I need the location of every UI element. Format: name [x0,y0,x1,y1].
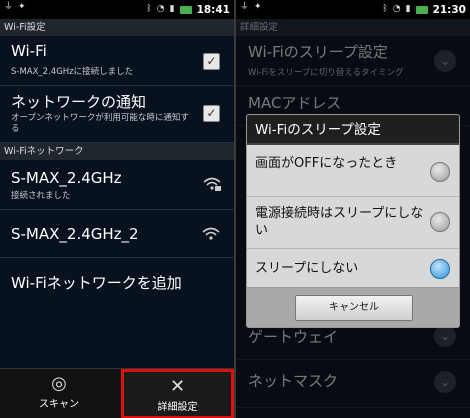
add-network-label: Wi-Fiネットワークを追加 [11,274,182,292]
netmask-row[interactable]: ネットマスク ⌄ [236,360,470,408]
option-label: 電源接続時はスリープにしない [255,206,424,238]
radio-button-selected[interactable] [430,259,450,279]
radio-button[interactable] [430,162,450,182]
dialog-footer: キャンセル [247,287,459,327]
scan-label: スキャン [39,399,79,410]
bluetooth-icon: ᛒ [382,4,388,14]
usb-debug-icon: ✦ [254,2,262,12]
network-notification-desc: オープンネットワークが利用可能な時に通知する [11,113,189,134]
wifi-settings-screen: ⏚ ✦ ᛒ ◔ ▮ 18:41 Wi-Fi設定 Wi-Fi S-MAX_2.4G… [0,0,234,418]
advanced-wifi-screen: ⏚ ✦ ᛒ ◔ ▮ 21:30 詳細設定 Wi-Fiのスリープ設定 Wi-Fiを… [236,0,470,418]
add-network-row[interactable]: Wi-Fiネットワークを追加 [0,258,234,306]
bluetooth-icon: ᛒ [146,4,152,14]
advanced-settings-button[interactable]: ✕ 詳細設定 [121,369,234,418]
advanced-settings-label: 詳細設定 [157,402,198,413]
chevron-down-icon: ⌄ [434,50,456,72]
network-notification-title: ネットワークの通知 [11,93,147,111]
option-label: 画面がOFFになったとき [255,156,398,171]
cancel-button[interactable]: キャンセル [295,295,413,321]
sleep-policy-dialog: Wi-Fiのスリープ設定 画面がOFFになったとき 電源接続時はスリープにしない… [246,114,460,328]
scan-button[interactable]: ◎ スキャン [0,369,118,418]
wifi-status: S-MAX_2.4GHzに接続しました [11,67,134,77]
battery-icon [179,5,192,14]
network-ssid: S-MAX_2.4GHz [11,169,122,187]
cell-signal-icon: ▮ [169,4,175,14]
option-label: スリープにしない [255,261,359,276]
cell-signal-icon: ▮ [405,4,411,14]
network-item[interactable]: S-MAX_2.4GHz_2 [0,210,234,258]
usb-debug-icon: ✦ [18,2,26,12]
network-ssid: S-MAX_2.4GHz_2 [11,225,139,243]
wifi-locked-signal-icon [202,176,222,196]
network-connection-status: 接続されました [11,191,71,201]
wifi-signal-icon: ◔ [392,4,401,14]
usb-icon: ⏚ [240,2,250,12]
mac-address-title: MACアドレス [248,94,342,112]
sleep-policy-desc: Wi-Fiをスリープに切り替えるタイミング [248,68,404,78]
sleep-option-never[interactable]: スリープにしない [247,249,459,289]
clock: 21:30 [432,3,466,16]
radio-button[interactable] [430,212,450,232]
wifi-signal-icon [202,226,220,245]
chevron-down-icon: ⌄ [434,325,456,347]
sleep-policy-row[interactable]: Wi-Fiのスリープ設定 Wi-Fiをスリープに切り替えるタイミング ⌄ [236,36,470,86]
wifi-checkbox[interactable]: ✓ [203,53,220,70]
chevron-down-icon: ⌄ [434,371,456,393]
dialog-title: Wi-Fiのスリープ設定 [247,115,459,145]
wifi-signal-icon: ◔ [156,4,165,14]
status-bar: ⏚ ✦ ᛒ ◔ ▮ 18:41 [0,0,234,19]
status-bar: ⏚ ✦ ᛒ ◔ ▮ 21:30 [236,0,470,19]
network-item[interactable]: S-MAX_2.4GHz 接続されました [0,160,234,210]
scan-icon: ◎ [51,373,67,394]
section-header-wifi-networks: Wi-Fiネットワーク [0,143,234,160]
gateway-title: ゲートウェイ [248,328,339,346]
bottom-action-bar: ◎ スキャン ✕ 詳細設定 [0,368,234,418]
network-notification-row[interactable]: ネットワークの通知 オープンネットワークが利用可能な時に通知する ✓ [0,86,234,143]
battery-icon [415,5,428,14]
sleep-policy-title: Wi-Fiのスリープ設定 [248,43,388,61]
clock: 18:41 [196,3,230,16]
sleep-option-screen-off[interactable]: 画面がOFFになったとき [247,147,459,197]
tools-icon: ✕ [169,376,186,397]
section-header-wifi-settings: Wi-Fi設定 [0,19,234,36]
network-notification-checkbox[interactable]: ✓ [203,105,220,122]
sleep-option-plugged-in[interactable]: 電源接続時はスリープにしない [247,197,459,249]
usb-icon: ⏚ [4,2,14,12]
section-header-advanced: 詳細設定 [236,19,470,36]
wifi-title: Wi-Fi [11,42,47,60]
wifi-toggle-row[interactable]: Wi-Fi S-MAX_2.4GHzに接続しました ✓ [0,36,234,86]
netmask-title: ネットマスク [248,372,339,390]
